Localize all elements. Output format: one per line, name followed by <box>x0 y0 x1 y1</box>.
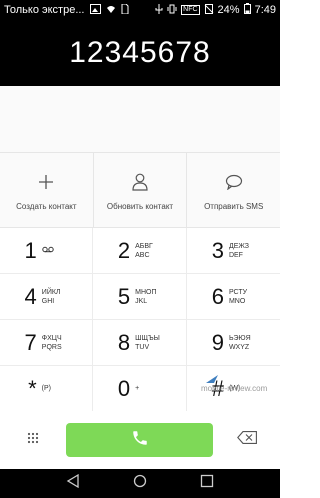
contact-actions: Создать контакт Обновить контакт Отправи… <box>0 152 280 227</box>
key-digit: 9 <box>211 329 224 355</box>
nfc-icon: NFC <box>181 5 200 15</box>
back-icon[interactable] <box>66 473 80 493</box>
key-digit: 1 <box>24 237 37 263</box>
key-5[interactable]: 5 МНОП JKL <box>93 274 187 320</box>
dialed-number[interactable]: 12345678 <box>0 20 280 86</box>
navigation-bar <box>0 469 280 498</box>
person-icon <box>132 170 148 194</box>
key-digit: 5 <box>117 283 131 309</box>
update-contact-label: Обновить контакт <box>106 201 174 211</box>
key-letters-cyrillic: АБВГ <box>135 242 153 250</box>
wifi-icon <box>106 4 116 17</box>
key-letters-cyrillic: ШЩЪЫ <box>135 334 160 342</box>
key-digit: 7 <box>24 329 37 355</box>
notification-text: Только экстре... <box>4 4 85 16</box>
key-star[interactable]: * (P) <box>0 366 94 412</box>
key-letters-cyrillic: ИЙКЛ <box>41 288 61 296</box>
sim-icon <box>121 3 129 17</box>
create-contact-button[interactable]: Создать контакт <box>0 153 94 227</box>
key-letters-cyrillic: ФХЦЧ <box>41 334 62 342</box>
call-button[interactable] <box>66 423 213 457</box>
vibrate-icon <box>167 4 177 17</box>
key-letters-latin: ABC <box>135 251 150 259</box>
battery-icon <box>243 3 251 17</box>
battery-percent: 24% <box>217 4 240 16</box>
dialer-bottom-row <box>0 411 280 469</box>
key-3[interactable]: 3 ДЕЖЗ DEF <box>186 228 280 274</box>
key-9[interactable]: 9 ЬЭЮЯ WXYZ <box>186 320 280 366</box>
key-letters-latin: TUV <box>135 343 150 351</box>
key-letters-cyrillic: ЬЭЮЯ <box>228 334 251 342</box>
update-contact-button[interactable]: Обновить контакт <box>94 153 188 227</box>
dialpad-toggle-button[interactable] <box>0 411 66 469</box>
clock: 7:49 <box>254 4 276 16</box>
key-letters-latin: PQRS <box>41 343 62 351</box>
key-6[interactable]: 6 РСТУ MNO <box>186 274 280 320</box>
plus-icon <box>38 170 54 194</box>
dialpad-grid-icon <box>27 431 39 449</box>
create-contact-label: Создать контакт <box>16 201 77 211</box>
key-letters-latin: JKL <box>135 297 148 305</box>
status-bar: Только экстре... NFC 24% 7:49 <box>0 0 280 20</box>
key-letters-latin: WXYZ <box>228 343 250 351</box>
key-digit: 3 <box>211 237 224 263</box>
key-letters-latin: DEF <box>228 251 243 259</box>
recents-icon[interactable] <box>200 474 214 493</box>
home-icon[interactable] <box>133 474 147 493</box>
backspace-icon <box>236 431 257 449</box>
gallery-icon <box>89 3 101 17</box>
key-pause-label: (P) <box>41 385 51 392</box>
send-sms-button[interactable]: Отправить SMS <box>187 153 280 227</box>
key-4[interactable]: 4 ИЙКЛ GHI <box>0 274 94 320</box>
watermark: mobile-review.com <box>201 375 268 393</box>
watermark-logo-icon <box>206 375 218 383</box>
key-digit: 0 <box>117 375 131 401</box>
key-digit: 2 <box>117 237 131 263</box>
key-7[interactable]: 7 ФХЦЧ PQRS <box>0 320 94 366</box>
key-2[interactable]: 2 АБВГ ABC <box>93 228 187 274</box>
key-letters-latin: GHI <box>41 297 55 305</box>
send-sms-label: Отправить SMS <box>204 201 264 211</box>
key-letters-cyrillic: ДЕЖЗ <box>228 242 249 250</box>
backspace-button[interactable] <box>213 411 280 469</box>
key-digit: 6 <box>211 283 224 309</box>
key-letters-cyrillic: МНОП <box>135 288 157 296</box>
usb-icon <box>155 3 163 17</box>
watermark-text: mobile-review.com <box>201 384 268 393</box>
key-digit: * <box>28 375 37 401</box>
voicemail-icon <box>42 246 68 256</box>
key-1[interactable]: 1 <box>0 228 94 274</box>
key-8[interactable]: 8 ШЩЪЫ TUV <box>93 320 187 366</box>
suggestion-area <box>0 86 280 152</box>
key-digit: 4 <box>24 283 37 309</box>
phone-icon <box>131 429 149 452</box>
key-0[interactable]: 0 + <box>93 366 187 412</box>
key-plus-label: + <box>135 385 140 392</box>
no-sim-icon <box>204 3 214 17</box>
key-letters-cyrillic: РСТУ <box>228 288 248 296</box>
key-digit: 8 <box>117 329 131 355</box>
message-icon <box>225 170 243 194</box>
key-letters-latin: MNO <box>228 297 246 305</box>
